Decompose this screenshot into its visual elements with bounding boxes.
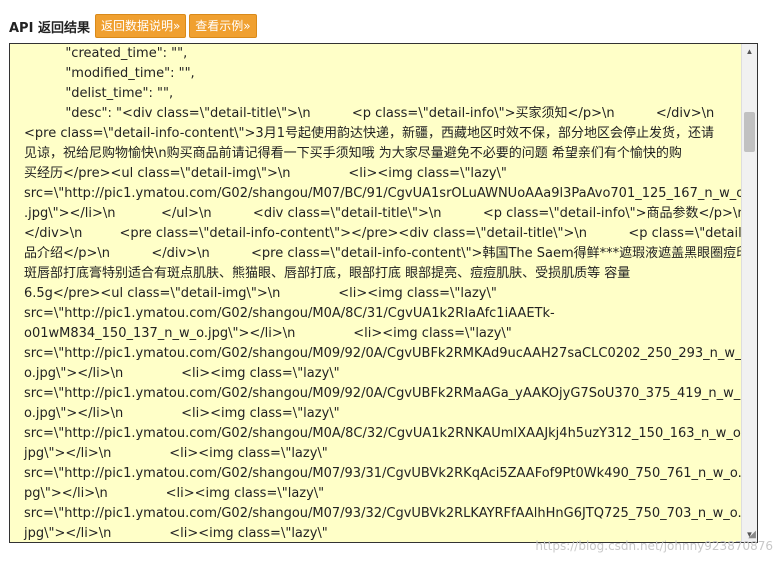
- watermark-text: https://blog.csdn.net/johnny923870876: [535, 539, 773, 553]
- result-line: "created_time": "",: [24, 46, 188, 61]
- result-line: <pre class=\"detail-info-content\">3月1号起…: [24, 126, 714, 141]
- result-line: src=\"http://pic1.ymatou.com/G02/shangou…: [24, 186, 745, 201]
- result-line: o.jpg\"></li>\n <li><img class=\"lazy\": [24, 366, 340, 381]
- vertical-scrollbar[interactable]: ▲ ▼: [741, 44, 757, 542]
- scroll-up-arrow-icon[interactable]: ▲: [742, 44, 757, 59]
- api-result-title: API 返回结果: [9, 20, 90, 36]
- result-line: jpg\"></li>\n <li><img class=\"lazy\": [24, 446, 328, 461]
- result-line: .jpg\"></li>\n </ul>\n <div class=\"deta…: [24, 206, 746, 221]
- result-line: </div>\n <pre class=\"detail-info-conten…: [24, 226, 758, 241]
- result-line: "desc": "<div class=\"detail-title\">\n …: [24, 106, 715, 121]
- result-line: o01wM834_150_137_n_w_o.jpg\"></li>\n <li…: [24, 326, 512, 341]
- result-line: 品介绍</p>\n </div>\n <pre class=\"detail-i…: [24, 246, 758, 261]
- result-line: 斑唇部打底膏特别适合有斑点肌肤、熊猫眼、唇部打底，眼部打底 眼部提亮、痘痘肌肤、…: [24, 266, 631, 281]
- return-data-explain-button[interactable]: 返回数据说明»: [94, 14, 187, 38]
- result-line: "modified_time": "",: [24, 66, 195, 81]
- api-result-textarea[interactable]: "created_time": "", "modified_time": "",…: [9, 43, 758, 543]
- result-line: o.jpg\"></li>\n <li><img class=\"lazy\": [24, 406, 340, 421]
- result-line: 见谅，祝给尼购物愉快\n购买商品前请记得看一下买手须知哦 为大家尽量避免不必要的…: [24, 146, 682, 161]
- result-line: pg\"></li>\n <li><img class=\"lazy\": [24, 486, 325, 501]
- result-line: src=\"http://pic1.ymatou.com/G02/shangou…: [24, 466, 746, 481]
- result-line: 6.5g</pre><ul class=\"detail-img\">\n <l…: [24, 286, 497, 301]
- result-line: src=\"http://pic1.ymatou.com/G02/shangou…: [24, 506, 742, 521]
- scrollbar-thumb[interactable]: [744, 112, 755, 152]
- api-result-header: API 返回结果 返回数据说明» 查看示例»: [9, 14, 257, 38]
- result-line: src=\"http://pic1.ymatou.com/G02/shangou…: [24, 426, 745, 441]
- result-content: "created_time": "", "modified_time": "",…: [24, 44, 758, 542]
- result-line: src=\"http://pic1.ymatou.com/G02/shangou…: [24, 386, 741, 401]
- view-example-button[interactable]: 查看示例»: [189, 14, 257, 38]
- result-line: src=\"http://pic1.ymatou.com/G02/shangou…: [24, 306, 555, 321]
- result-line: 买经历</pre><ul class=\"detail-img\">\n <li…: [24, 166, 507, 181]
- result-line: "delist_time": "",: [24, 86, 174, 101]
- result-line: src=\"http://pic1.ymatou.com/G02/shangou…: [24, 346, 742, 361]
